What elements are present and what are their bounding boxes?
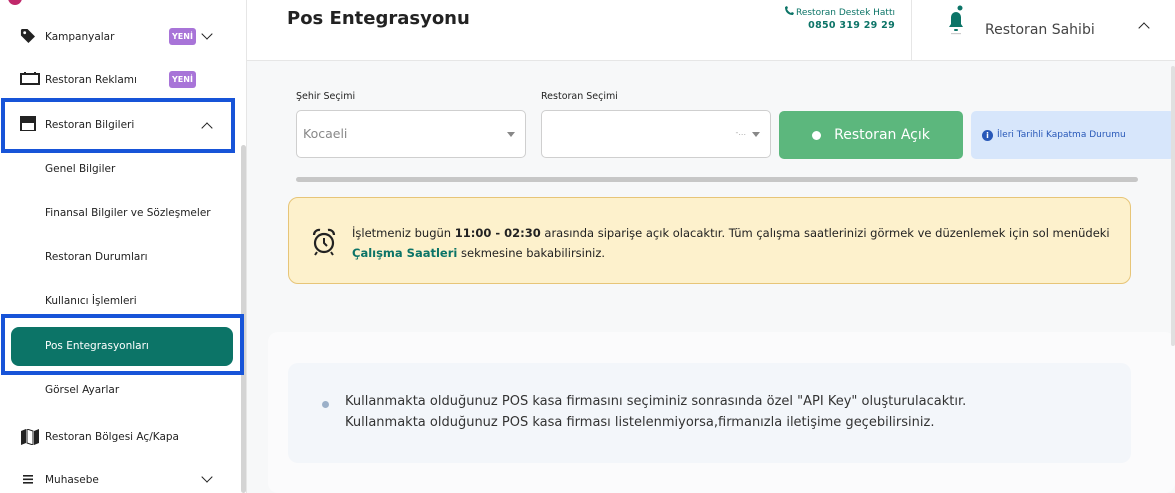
pos-info-line1: Kullanmakta olduğunuz POS kasa firmasını…: [345, 394, 967, 409]
highlight-box-restoran-bilgileri: [1, 98, 235, 153]
sidebar-item-label: Restoran Bölgesi Aç/Kapa: [45, 431, 179, 443]
phone-icon: [784, 6, 794, 19]
notice-part3: sekmesine bakabilirsiniz.: [457, 246, 606, 260]
horizontal-scrollbar[interactable]: [296, 177, 1138, 182]
sidebar-item-label: Restoran Reklamı: [45, 74, 137, 86]
working-hours-notice: İşletmeniz bugün 11:00 - 02:30 arasında …: [288, 197, 1131, 284]
new-badge: YENİ: [169, 28, 196, 45]
restaurant-select-label: Restoran Seçimi: [541, 91, 618, 102]
sidebar-subitem-genel-bilgiler[interactable]: Genel Bilgiler: [45, 163, 115, 175]
pos-info-line2: Kullanmakta olduğunuz POS kasa firması l…: [345, 415, 935, 430]
support-line[interactable]: Restoran Destek Hattı 0850 319 29 29: [737, 6, 895, 31]
city-select[interactable]: Kocaeli: [296, 110, 526, 158]
sidebar-subitem-gorsel-ayarlar[interactable]: Görsel Ayarlar: [45, 384, 119, 396]
sidebar-item-restoran-bolgesi[interactable]: Restoran Bölgesi Aç/Kapa: [0, 427, 236, 447]
support-phone: 0850 319 29 29: [808, 20, 895, 31]
alarm-clock-icon: [311, 226, 337, 256]
main-content: Şehir Seçimi Kocaeli Restoran Seçimi -..…: [247, 61, 1175, 493]
city-select-label: Şehir Seçimi: [296, 91, 356, 102]
restaurant-select[interactable]: -...: [541, 110, 771, 158]
tag-icon: [20, 28, 35, 46]
chevron-down-icon[interactable]: [201, 28, 213, 40]
notice-part1: İşletmeniz bugün: [352, 226, 455, 240]
highlight-box-pos-entegrasyonlari: [1, 314, 244, 375]
support-label: Restoran Destek Hattı: [795, 8, 895, 18]
sidebar: Kampanyalar YENİ Restoran Reklamı YENİ R…: [0, 0, 247, 493]
sidebar-item-label: Kampanyalar: [45, 31, 115, 43]
map-icon: [20, 428, 40, 448]
future-close-label: İleri Tarihli Kapatma Durumu: [997, 130, 1126, 140]
logo-fragment: [8, 0, 22, 5]
bell-icon[interactable]: [945, 5, 965, 35]
notice-hours: 11:00 - 02:30: [454, 226, 541, 240]
restaurant-open-button[interactable]: Restoran Açık: [779, 111, 963, 159]
new-badge: YENİ: [169, 71, 196, 88]
status-dot-icon: [812, 130, 822, 140]
sidebar-item-label: Muhasebe: [45, 474, 99, 486]
caret-down-icon: [507, 132, 515, 137]
notice-text: İşletmeniz bugün 11:00 - 02:30 arasında …: [352, 223, 1112, 263]
page-scrollbar[interactable]: [1171, 66, 1175, 346]
sidebar-subitem-restoran-durumlari[interactable]: Restoran Durumları: [45, 251, 148, 263]
top-header: Pos Entegrasyonu Restoran Destek Hattı 0…: [247, 0, 1175, 61]
chevron-down-icon[interactable]: [201, 471, 213, 483]
chevron-up-icon[interactable]: [1138, 22, 1150, 34]
city-select-value: Kocaeli: [303, 126, 348, 141]
future-close-button[interactable]: i İleri Tarihli Kapatma Durumu: [971, 111, 1175, 159]
caret-down-icon: [752, 132, 760, 137]
sidebar-item-kampanyalar[interactable]: Kampanyalar YENİ: [0, 27, 236, 47]
user-name[interactable]: Restoran Sahibi: [985, 22, 1095, 38]
restaurant-select-ellipsis: -...: [735, 128, 746, 137]
working-hours-link[interactable]: Çalışma Saatleri: [352, 246, 457, 260]
sidebar-item-muhasebe[interactable]: Muhasebe: [0, 470, 236, 490]
sidebar-item-restoran-reklami[interactable]: Restoran Reklamı YENİ: [0, 70, 236, 90]
info-icon: i: [982, 129, 993, 141]
header-divider: [911, 0, 912, 61]
bullet-icon: [322, 401, 329, 408]
page-title: Pos Entegrasyonu: [287, 8, 470, 29]
restaurant-open-label: Restoran Açık: [834, 127, 930, 143]
sidebar-subitem-finansal-bilgiler[interactable]: Finansal Bilgiler ve Sözleşmeler: [45, 207, 211, 219]
pos-info-text: Kullanmakta olduğunuz POS kasa firmasını…: [345, 391, 966, 433]
notice-part2: arasında siparişe açık olacaktır. Tüm ça…: [540, 226, 1110, 240]
sidebar-subitem-kullanici-islemleri[interactable]: Kullanıcı İşlemleri: [45, 295, 137, 307]
list-icon: [22, 473, 34, 488]
billboard-icon: [20, 72, 40, 89]
